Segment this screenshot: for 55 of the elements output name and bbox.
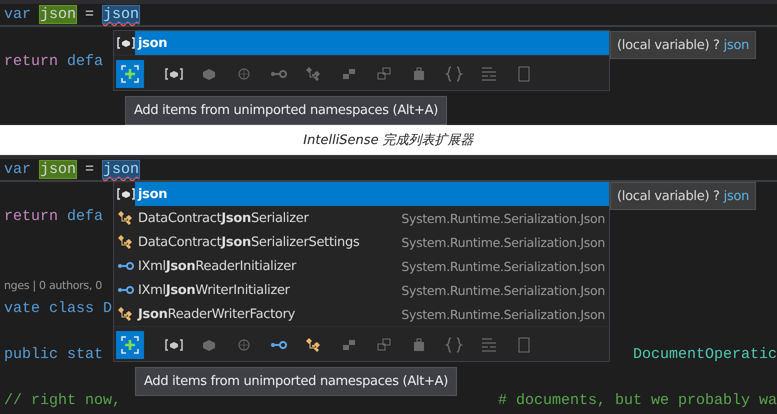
item-name: DataContractJsonSerializer (138, 210, 309, 226)
code-text: return (4, 53, 58, 70)
code-text: = (85, 6, 94, 23)
item-name: JsonReaderWriterFactory (138, 306, 296, 322)
class-icon (117, 305, 135, 323)
lines-icon (480, 336, 498, 354)
code-text: defa (67, 208, 104, 225)
completion-item[interactable]: JsonReaderWriterFactory System.Runtime.Serialization.Json (114, 302, 609, 326)
item-name: IXmlJsonReaderInitializer (138, 258, 296, 274)
hint-tooltip: Add items from unimported namespaces (Alt+A) (135, 367, 457, 396)
caption: IntelliSense 完成列表扩展器 (302, 132, 475, 150)
code-text: var (4, 6, 32, 23)
class-icon (305, 336, 323, 354)
code-text: // right now, (4, 392, 122, 409)
type-link[interactable]: json (724, 188, 750, 204)
completion-item[interactable]: DataContractJsonSerializerSettings System.Runtime.Serialization.Json (114, 230, 609, 254)
detail-text: (local variable) ? (617, 38, 720, 52)
item-namespace: System.Runtime.Serialization.Json (401, 282, 605, 298)
code-text: DocumentOperatic (632, 346, 777, 363)
add-icon (120, 335, 140, 355)
braces-icon (445, 336, 463, 354)
item-namespace: System.Runtime.Serialization.Json (401, 306, 605, 322)
code-text: # documents, but we probably wa (498, 392, 777, 409)
item-namespace: System.Runtime.Serialization.Json (401, 258, 605, 274)
item-namespace: System.Runtime.Serialization.Json (401, 234, 605, 250)
code-text: vate class D (4, 300, 112, 317)
code-text: var (4, 161, 32, 178)
code-text: json (40, 161, 76, 178)
code-text: return (4, 208, 58, 225)
add-icon (120, 64, 140, 84)
code-text: public stat (4, 346, 104, 363)
lines-icon (480, 65, 498, 83)
code-text: defa (67, 53, 104, 70)
item-name: IXmlJsonWriterInitializer (138, 282, 290, 298)
code-text: json (40, 6, 76, 23)
type-link[interactable]: json (724, 38, 750, 52)
detail-text: (local variable) ? (617, 188, 720, 204)
completion-item[interactable]: DataContractJsonSerializer System.Runtime.Serialization.Json (114, 206, 609, 230)
item-name: DataContractJsonSerializerSettings (138, 234, 360, 250)
add-imports-button[interactable] (116, 331, 144, 359)
item-namespace: System.Runtime.Serialization.Json (401, 210, 605, 226)
braces-icon (445, 65, 463, 83)
code-lens: nges | 0 authors, 0 (4, 279, 102, 292)
completion-item[interactable]: IXmlJsonReaderInitializer System.Runtime.Serialization.Json (114, 254, 609, 278)
class-icon (117, 209, 135, 227)
code-text: json (103, 161, 140, 178)
code-text: = (85, 161, 94, 178)
add-imports-button[interactable] (116, 60, 144, 88)
class-icon (305, 65, 323, 83)
class-icon (117, 233, 135, 251)
hint-tooltip: Add items from unimported namespaces (Alt+A) (125, 96, 447, 125)
completion-item[interactable]: IXmlJsonWriterInitializer System.Runtime.Serialization.Json (114, 278, 609, 302)
item-name: json (138, 36, 168, 50)
item-name: json (138, 186, 168, 202)
code-text: json (103, 6, 140, 23)
